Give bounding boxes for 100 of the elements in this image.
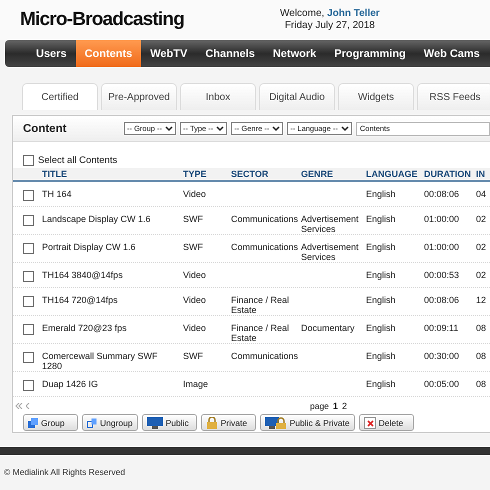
- table-cell-text: 01:00:00: [424, 214, 460, 224]
- checkbox[interactable]: [23, 154, 34, 166]
- table-cell-text: 08: [476, 351, 488, 361]
- copyright-text: © Medialink All Rights Reserved: [4, 467, 126, 477]
- table-cell-text: English: [366, 214, 397, 224]
- tab[interactable]: Certified: [22, 83, 98, 110]
- nav-item[interactable]: Network: [264, 40, 326, 67]
- action-button[interactable]: Group: [23, 414, 78, 431]
- tab[interactable]: Digital Audio: [259, 83, 335, 110]
- table-cell-text: Duap 1426 IG: [42, 379, 100, 389]
- page-label: page: [310, 400, 329, 410]
- table-cell-text: English: [366, 295, 397, 305]
- table-cell-text: Video: [183, 295, 207, 305]
- table-cell-text: Advertisement Services: [301, 214, 360, 234]
- table-cell-text: English: [366, 351, 397, 361]
- nav-item[interactable]: Programming: [325, 40, 415, 67]
- previous-page-icon[interactable]: [26, 402, 30, 408]
- table-cell-text: 00:08:06: [424, 295, 460, 305]
- table-cell-text: Finance / Real Estate: [231, 323, 290, 343]
- table-cell-text: SWF: [183, 214, 204, 224]
- table-cell-text: Advertisement Services: [301, 242, 360, 262]
- table-cell-text: Comercewall Summary SWF 1280: [42, 351, 159, 371]
- first-page-icon[interactable]: [15, 402, 23, 408]
- nav-item[interactable]: WebTV: [141, 40, 196, 67]
- table-cell-text: Video: [183, 323, 207, 333]
- table-cell-text: Image: [183, 379, 210, 389]
- column-header[interactable]: DURATION: [424, 169, 476, 179]
- tab[interactable]: Pre-Approved: [101, 83, 177, 110]
- tab[interactable]: RSS Feeds: [417, 83, 490, 110]
- row-checkbox[interactable]: [23, 243, 34, 254]
- column-header[interactable]: GENRE: [301, 169, 366, 179]
- page-link[interactable]: 2: [342, 400, 347, 410]
- column-header[interactable]: SECTOR: [231, 169, 301, 179]
- split-squares-icon: [87, 418, 97, 428]
- row-checkbox[interactable]: [23, 380, 34, 391]
- chevron-down-icon: [165, 126, 174, 132]
- table-cell-text: 00:09:11: [424, 323, 460, 333]
- action-button[interactable]: Public & Private: [260, 414, 355, 431]
- table-cell-text: 02: [476, 270, 488, 280]
- table-cell-text: Video: [183, 189, 207, 199]
- date-text: Friday July 27, 2018: [284, 20, 376, 32]
- action-button[interactable]: Public: [142, 414, 197, 431]
- table-cell-text: SWF: [183, 242, 204, 252]
- table-cell-text: 12: [476, 295, 488, 305]
- table-cell-text: 08: [476, 323, 488, 333]
- table-cell-text: Finance / Real Estate: [231, 295, 290, 315]
- nav-item[interactable]: Web Cams: [414, 40, 489, 67]
- table-cell-text: 00:08:06: [424, 189, 460, 199]
- table-cell-text: English: [366, 323, 397, 333]
- column-header[interactable]: TYPE: [183, 169, 231, 179]
- row-checkbox[interactable]: [23, 296, 34, 307]
- column-header[interactable]: LANGUAGE: [366, 169, 424, 179]
- delete-icon: [364, 416, 376, 428]
- tab[interactable]: Widgets: [338, 83, 414, 110]
- row-checkbox[interactable]: [23, 324, 34, 335]
- chevron-down-icon: [340, 126, 349, 132]
- lock-icon: [206, 416, 218, 428]
- select-all-label: Select all Contents: [38, 154, 118, 166]
- table-cell-text: TH 164: [42, 189, 73, 199]
- table-cell-text: 00:00:53: [424, 270, 460, 280]
- table-cell-text: 01:00:00: [424, 242, 460, 252]
- table-cell-text: SWF: [183, 351, 204, 361]
- table-cell-text: 02: [476, 242, 488, 252]
- table-cell-text: 08: [476, 379, 488, 389]
- table-cell-text: Communications: [231, 214, 300, 224]
- action-button[interactable]: Delete: [358, 414, 414, 431]
- table-cell-text: Documentary: [301, 323, 356, 333]
- table-cell-text: 04: [476, 189, 488, 199]
- tab[interactable]: Inbox: [180, 83, 256, 110]
- table-cell-text: 00:30:00: [424, 351, 460, 361]
- table-cell-text: 02: [476, 214, 488, 224]
- table-cell-text: English: [366, 270, 397, 280]
- table-cell-text: English: [366, 189, 397, 199]
- nav-item[interactable]: Channels: [196, 40, 264, 67]
- monitor-icon: [146, 416, 163, 428]
- stack-icon: [28, 418, 38, 428]
- action-button[interactable]: Private: [200, 414, 256, 431]
- row-checkbox[interactable]: [23, 352, 34, 363]
- logo: Micro-Broadcasting: [20, 9, 184, 31]
- table-cell-text: Communications: [231, 351, 300, 361]
- action-button[interactable]: Ungroup: [82, 414, 138, 431]
- row-checkbox[interactable]: [23, 271, 34, 282]
- table-cell-text: TH164 720@14fps: [42, 295, 119, 305]
- table-cell-text: TH164 3840@14fps: [42, 270, 124, 280]
- nav-item[interactable]: Users: [27, 40, 76, 67]
- table-cell-text: 00:05:00: [424, 379, 460, 389]
- table-cell-text: Emerald 720@23 fps: [42, 323, 128, 333]
- column-header[interactable]: IN: [476, 169, 490, 179]
- chevron-down-icon: [272, 126, 280, 132]
- row-checkbox[interactable]: [23, 190, 34, 201]
- panel-title: Content: [23, 122, 68, 134]
- table-cell-text: Portrait Display CW 1.6: [42, 242, 137, 252]
- user-link[interactable]: John Teller: [327, 8, 380, 19]
- row-checkbox[interactable]: [23, 215, 34, 226]
- table-cell-text: English: [366, 242, 397, 252]
- table-cell-text: Landscape Display CW 1.6: [42, 214, 152, 224]
- page-link[interactable]: 1: [332, 400, 338, 410]
- table-cell-text: English: [366, 379, 397, 389]
- monitor-lock-icon: [264, 416, 287, 428]
- column-header[interactable]: TITLE: [42, 169, 183, 179]
